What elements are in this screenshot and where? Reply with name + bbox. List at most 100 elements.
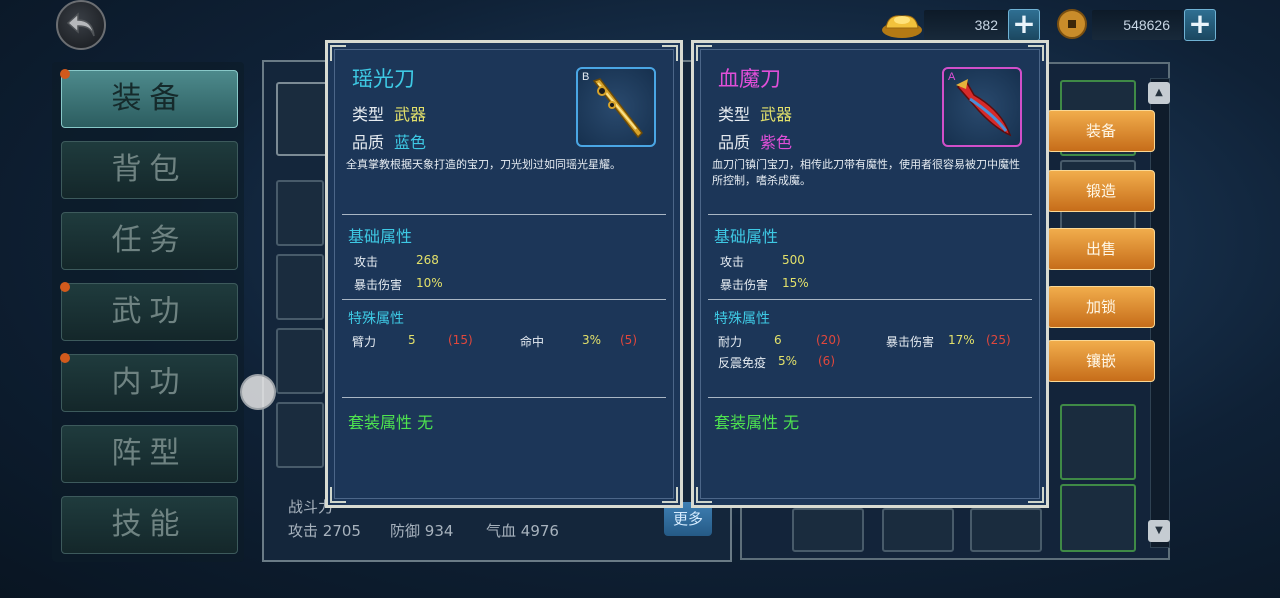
item-type-row: 类型 武器 xyxy=(718,105,793,124)
inventory-slot[interactable] xyxy=(792,508,864,552)
basic-attr-value: 500 xyxy=(782,253,805,267)
scroll-up-button[interactable]: ▲ xyxy=(1148,82,1170,104)
special-attr-label: 暴击伤害 xyxy=(886,335,935,349)
nav-formation[interactable]: 阵型 xyxy=(61,425,238,483)
back-button[interactable] xyxy=(56,0,106,50)
special-attr-max: (20) xyxy=(816,333,841,347)
add-gold-button[interactable]: + xyxy=(1008,9,1040,41)
special-attr-max: (25) xyxy=(986,333,1011,347)
special-attr-label: 耐力 xyxy=(718,335,743,349)
divider xyxy=(342,299,666,300)
notification-dot xyxy=(60,69,70,79)
special-attr-max: (5) xyxy=(620,333,637,347)
item-quality-row: 品质 蓝色 xyxy=(352,133,427,152)
red-blade-icon xyxy=(956,79,1012,137)
special-attr-value: 5 xyxy=(408,333,416,347)
touch-indicator xyxy=(240,374,276,410)
item-tooltip-left: 瑶光刀 类型 武器 品质 蓝色 B 全真掌教根据天象打造的宝刀，刀光划过如同瑶光星耀… xyxy=(325,40,683,508)
special-attr-value: 6 xyxy=(774,333,782,347)
sell-button[interactable]: 出售 xyxy=(1047,228,1155,270)
special-attr-max: (15) xyxy=(448,333,473,347)
notification-dot xyxy=(60,353,70,363)
nav-label: 任务 xyxy=(111,223,188,258)
frame-corner xyxy=(696,45,712,61)
special-attr-value: 3% xyxy=(582,333,602,347)
grade-label: B xyxy=(582,71,590,83)
gold-amount: 382 xyxy=(924,10,1010,40)
equip-slot[interactable] xyxy=(276,328,324,394)
forge-button[interactable]: 锻造 xyxy=(1047,170,1155,212)
nav-inner-power[interactable]: 内功 xyxy=(60,353,238,412)
divider xyxy=(708,299,1032,300)
inventory-slot[interactable] xyxy=(1060,404,1136,480)
frame-corner xyxy=(662,45,678,61)
scroll-down-button[interactable]: ▼ xyxy=(1148,520,1170,542)
item-icon-blade: A xyxy=(942,67,1022,147)
frame-corner xyxy=(1028,45,1044,61)
hp-stat: 气血 4976 xyxy=(486,522,559,540)
coin-amount: 548626 xyxy=(1092,10,1182,40)
nav-skills[interactable]: 技能 xyxy=(61,496,238,554)
equip-slot[interactable] xyxy=(276,402,324,468)
set-attr-label: 套装属性 无 xyxy=(714,413,800,432)
defense-stat: 防御 934 xyxy=(390,522,454,540)
basic-attr-value: 15% xyxy=(782,276,809,290)
equip-slot[interactable] xyxy=(276,180,324,246)
divider xyxy=(342,397,666,398)
copper-coin-icon xyxy=(1056,8,1090,39)
attack-stat: 攻击 2705 xyxy=(288,522,361,540)
notification-dot xyxy=(60,282,70,292)
basic-attr-label: 暴击伤害 xyxy=(720,278,769,292)
basic-attr-value: 268 xyxy=(416,253,439,267)
inlay-button[interactable]: 镶嵌 xyxy=(1047,340,1155,382)
divider xyxy=(342,214,666,215)
item-description: 血刀门镇门宝刀，相传此刀带有魔性，使用者很容易被刀中魔性所控制，嗜杀成魔。 xyxy=(712,158,1020,187)
divider xyxy=(708,214,1032,215)
equip-slot[interactable] xyxy=(276,254,324,320)
item-type-row: 类型 武器 xyxy=(352,105,427,124)
item-tooltip-right: 血魔刀 类型 武器 品质 紫色 A 血刀门镇门宝刀，相传此刀带有魔性，使用者很容易被… xyxy=(691,40,1049,508)
grade-label: A xyxy=(948,71,956,83)
basic-attr-value: 10% xyxy=(416,276,443,290)
special-attr-label: 臂力 xyxy=(352,335,377,349)
basic-attr-title: 基础属性 xyxy=(714,227,779,246)
add-coin-button[interactable]: + xyxy=(1184,9,1216,41)
gold-ingot-icon xyxy=(880,8,922,38)
nav-bag[interactable]: 背包 xyxy=(61,141,238,199)
set-attr-label: 套装属性 无 xyxy=(348,413,434,432)
item-name: 血魔刀 xyxy=(718,67,781,91)
basic-attr-label: 攻击 xyxy=(354,255,379,269)
hero-portrait[interactable] xyxy=(276,82,330,156)
special-attr-label: 反震免疫 xyxy=(718,356,767,370)
nav-label: 技能 xyxy=(111,507,188,542)
nav-martial-arts[interactable]: 武功 xyxy=(60,282,238,341)
frame-corner xyxy=(1028,487,1044,503)
nav-label: 阵型 xyxy=(111,436,188,471)
nav-label: 背包 xyxy=(111,152,188,187)
nav-quest[interactable]: 任务 xyxy=(61,212,238,270)
equip-button[interactable]: 装备 xyxy=(1047,110,1155,152)
special-attr-label: 命中 xyxy=(520,335,545,349)
special-attr-value: 17% xyxy=(948,333,975,347)
divider xyxy=(708,397,1032,398)
frame-corner xyxy=(662,487,678,503)
basic-attr-label: 暴击伤害 xyxy=(354,278,403,292)
golden-blade-icon xyxy=(592,78,643,139)
back-arrow-icon xyxy=(66,12,95,37)
item-description: 全真掌教根据天象打造的宝刀，刀光划过如同瑶光星耀。 xyxy=(346,158,621,171)
special-attr-value: 5% xyxy=(778,354,798,368)
special-attr-title: 特殊属性 xyxy=(714,311,770,327)
item-icon-blade: B xyxy=(576,67,656,147)
nav-label: 武功 xyxy=(111,294,188,329)
nav-label: 装备 xyxy=(111,81,188,116)
special-attr-max: (6) xyxy=(818,354,835,368)
frame-corner xyxy=(330,45,346,61)
inventory-slot[interactable] xyxy=(882,508,954,552)
basic-attr-label: 攻击 xyxy=(720,255,745,269)
frame-corner xyxy=(696,487,712,503)
inventory-slot[interactable] xyxy=(1060,484,1136,552)
lock-button[interactable]: 加锁 xyxy=(1047,286,1155,328)
nav-equipment[interactable]: 装备 xyxy=(60,69,238,128)
inventory-slot[interactable] xyxy=(970,508,1042,552)
basic-attr-title: 基础属性 xyxy=(348,227,413,246)
